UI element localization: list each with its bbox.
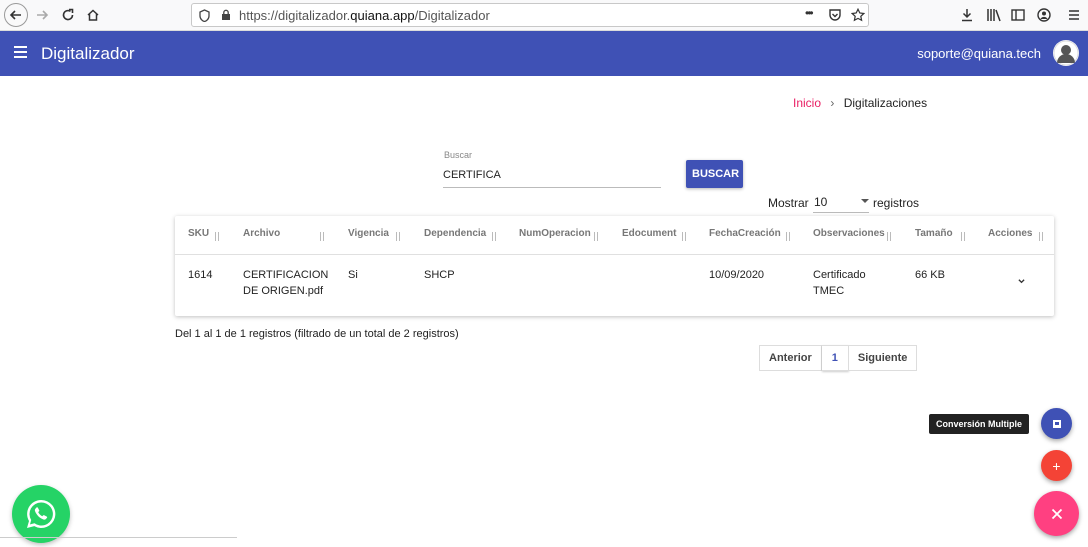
column-header-observaciones[interactable]: Observaciones — [813, 228, 885, 239]
home-icon — [87, 9, 99, 21]
sort-icon[interactable] — [215, 232, 223, 242]
column-header-tamano[interactable]: Tamaño — [915, 228, 953, 239]
library-icon[interactable] — [986, 8, 1002, 22]
search-input[interactable] — [443, 163, 661, 188]
pagination-next[interactable]: Siguiente — [848, 345, 918, 371]
cell-archivo: CERTIFICACION DE ORIGEN.pdf — [243, 267, 328, 299]
cell-archivo-line2: DE ORIGEN.pdf — [243, 285, 324, 297]
pocket-icon[interactable] — [828, 8, 842, 22]
results-summary: Del 1 al 1 de 1 registros (filtrado de u… — [175, 328, 459, 340]
whatsapp-button[interactable] — [12, 485, 70, 543]
user-email[interactable]: soporte@quiana.tech — [917, 46, 1041, 61]
reload-button[interactable] — [57, 4, 79, 26]
search-label: Buscar — [444, 150, 473, 160]
whatsapp-icon — [27, 499, 56, 528]
account-icon[interactable] — [1037, 8, 1051, 22]
breadcrumb-current: Digitalizaciones — [843, 96, 928, 110]
cell-observaciones-line2: TMEC — [813, 285, 845, 297]
add-button[interactable]: + — [1041, 450, 1072, 481]
page-size-select[interactable]: 10 — [813, 193, 869, 213]
cell-observaciones-line1: Certificado — [813, 269, 866, 281]
address-bar[interactable]: https://digitalizador.quiana.app/Digital… — [191, 3, 869, 27]
sort-icon[interactable] — [320, 232, 328, 242]
column-header-archivo[interactable]: Archivo — [243, 228, 280, 239]
cell-vigencia: Si — [348, 269, 358, 281]
home-button[interactable] — [82, 4, 104, 26]
column-header-fechacreacion[interactable]: FechaCreación — [709, 228, 781, 239]
url-text[interactable]: https://digitalizador.quiana.app/Digital… — [239, 8, 490, 23]
pagination-page-1[interactable]: 1 — [821, 345, 849, 371]
results-table: SKU Archivo Vigencia Dependencia NumOper… — [175, 216, 1054, 316]
hamburger-menu-icon[interactable] — [1067, 8, 1081, 22]
shield-icon — [199, 9, 210, 22]
app-bar: Digitalizador soporte@quiana.tech — [0, 31, 1088, 76]
plus-icon: + — [1052, 457, 1061, 474]
arrow-left-icon — [9, 10, 21, 20]
chevron-down-icon[interactable] — [1018, 278, 1025, 285]
sort-icon[interactable] — [594, 232, 602, 242]
user-avatar-icon — [1053, 40, 1079, 66]
cell-observaciones: Certificado TMEC — [813, 267, 866, 299]
sort-icon[interactable] — [492, 232, 500, 242]
pagination: Anterior 1 Siguiente — [759, 345, 918, 371]
avatar[interactable] — [1053, 40, 1079, 66]
search-button[interactable]: BUSCAR — [686, 160, 743, 188]
divider — [0, 537, 237, 538]
breadcrumb: Inicio › Digitalizaciones — [793, 96, 927, 110]
sort-icon[interactable] — [396, 232, 404, 242]
lock-icon — [222, 9, 230, 20]
cell-tamano: 66 KB — [915, 269, 945, 281]
page-actions-icon[interactable]: ••• — [805, 6, 813, 20]
sidebar-icon[interactable] — [1011, 8, 1025, 22]
column-header-sku[interactable]: SKU — [188, 228, 209, 239]
app-title: Digitalizador — [41, 44, 135, 63]
header-divider — [175, 254, 1054, 255]
column-header-acciones: Acciones — [988, 228, 1033, 239]
column-header-dependencia[interactable]: Dependencia — [424, 228, 486, 239]
close-fab-button[interactable] — [1034, 491, 1079, 536]
column-header-edocument[interactable]: Edocument — [622, 228, 676, 239]
page-size-suffix: registros — [873, 196, 920, 210]
page-size-label: Mostrar — [768, 196, 809, 210]
cell-dependencia: SHCP — [424, 269, 455, 281]
menu-icon[interactable] — [14, 43, 28, 63]
save-icon — [1052, 419, 1061, 428]
close-icon — [1051, 508, 1062, 519]
pagination-previous[interactable]: Anterior — [759, 345, 822, 371]
cell-fecha: 10/09/2020 — [709, 269, 765, 281]
column-header-numoperacion[interactable]: NumOperacion — [519, 228, 591, 239]
conversion-tooltip: Conversión Multiple — [929, 414, 1030, 434]
download-icon[interactable] — [960, 8, 974, 22]
sort-icon[interactable] — [786, 232, 794, 242]
breadcrumb-separator: › — [830, 96, 835, 110]
breadcrumb-home-link[interactable]: Inicio — [793, 96, 821, 110]
page-size-value: 10 — [814, 195, 828, 209]
star-icon[interactable] — [851, 8, 865, 22]
cell-archivo-line1: CERTIFICACION — [243, 269, 329, 281]
sort-icon[interactable] — [887, 232, 895, 242]
back-button[interactable] — [4, 3, 28, 27]
cell-sku: 1614 — [188, 269, 213, 281]
sort-icon[interactable] — [682, 232, 690, 242]
column-header-vigencia[interactable]: Vigencia — [348, 228, 389, 239]
sort-icon[interactable] — [1039, 232, 1047, 242]
conversion-multiple-button[interactable] — [1041, 408, 1072, 439]
reload-icon — [62, 8, 74, 21]
forward-button[interactable] — [31, 4, 53, 26]
browser-toolbar: https://digitalizador.quiana.app/Digital… — [0, 0, 1088, 31]
arrow-right-icon — [37, 10, 49, 20]
dropdown-caret-icon — [861, 199, 869, 203]
sort-icon[interactable] — [961, 232, 969, 242]
